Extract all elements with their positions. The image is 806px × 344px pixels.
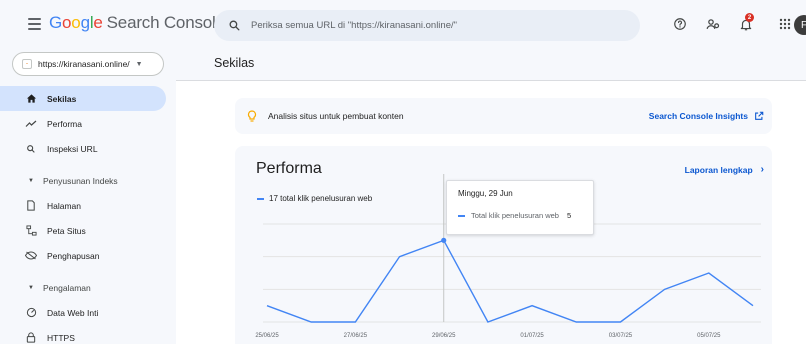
- x-tick-label: 01/07/25: [520, 333, 544, 339]
- chevron-down-icon: ▼: [135, 60, 143, 68]
- top-actions: 2: [668, 12, 806, 36]
- chevron-down-icon: ▼: [28, 178, 34, 184]
- sidebar-item-https[interactable]: HTTPS: [0, 325, 166, 344]
- tooltip-label: Total klik penelusuran web: [471, 211, 559, 220]
- open-in-new-icon: [755, 111, 764, 120]
- insights-banner: Analisis situs untuk pembuat konten Sear…: [235, 98, 772, 134]
- sidebar-item-performa[interactable]: Performa: [0, 111, 166, 136]
- sidebar-item-label: Performa: [47, 118, 82, 129]
- main-menu-icon[interactable]: [28, 18, 41, 30]
- chart-tooltip: Minggu, 29 Jun Total klik penelusuran we…: [446, 180, 594, 235]
- page-title: Sekilas: [214, 56, 255, 70]
- sidebar-item-sekilas[interactable]: Sekilas: [0, 86, 166, 111]
- property-selector[interactable]: ‑ https://kiranasani.online/ ▼: [12, 52, 164, 76]
- pages-icon: [25, 200, 37, 211]
- search-icon: [229, 20, 240, 31]
- notification-badge: 2: [745, 13, 754, 22]
- trending-icon: [25, 119, 37, 128]
- chevron-down-icon: ▼: [28, 285, 34, 291]
- google-wordmark: Google: [49, 13, 103, 32]
- sidebar-item-label: Sekilas: [47, 93, 77, 104]
- sidebar-item-label: Halaman: [47, 200, 82, 211]
- x-tick-label: 25/06/25: [255, 333, 279, 339]
- tooltip-swatch: [458, 214, 465, 217]
- section-label: Pengalaman: [43, 283, 91, 293]
- x-tick-label: 03/07/25: [609, 333, 633, 339]
- x-tick-label: 29/06/25: [432, 333, 456, 339]
- insights-text: Analisis situs untuk pembuat konten: [268, 111, 404, 121]
- insights-link-label: Search Console Insights: [648, 111, 748, 121]
- sidebar-item-data-web-inti[interactable]: Data Web Inti: [0, 300, 166, 325]
- site-favicon: ‑: [22, 59, 32, 69]
- tooltip-value: 5: [566, 211, 572, 220]
- top-bar: GoogleSearch Console 2 F: [0, 0, 806, 50]
- notifications-icon[interactable]: 2: [734, 12, 758, 36]
- search-console-app: GoogleSearch Console 2 F ‑ https://kira: [0, 0, 806, 344]
- sidebar-item-label: HTTPS: [47, 332, 75, 343]
- section-toggle-experience[interactable]: ▼ Pengalaman: [0, 276, 175, 300]
- sidebar-item-inspeksi-url[interactable]: Inspeksi URL: [0, 136, 166, 161]
- sitemap-icon: [25, 225, 37, 236]
- tooltip-date: Minggu, 29 Jun: [458, 189, 513, 198]
- lock-icon: [25, 332, 37, 343]
- lightbulb-icon: [247, 109, 257, 122]
- manage-users-icon[interactable]: [701, 12, 725, 36]
- help-icon[interactable]: [668, 12, 692, 36]
- sidebar-item-label: Peta Situs: [47, 225, 86, 236]
- gauge-icon: [25, 307, 37, 318]
- series-line: [266, 239, 754, 323]
- sidebar-item-halaman[interactable]: Halaman: [0, 193, 166, 218]
- url-inspection-search[interactable]: [214, 10, 640, 41]
- product-name: Search Console: [106, 13, 225, 32]
- search-icon: [25, 144, 37, 154]
- section-label: Penyusunan Indeks: [43, 176, 118, 186]
- section-toggle-indexing[interactable]: ▼ Penyusunan Indeks: [0, 169, 175, 193]
- home-icon: [25, 93, 37, 104]
- tooltip-row: Total klik penelusuran web 5: [458, 211, 571, 220]
- sidebar-item-peta-situs[interactable]: Peta Situs: [0, 218, 166, 243]
- x-tick-label: 05/07/25: [697, 333, 721, 339]
- search-input[interactable]: [251, 20, 631, 31]
- highlighted-data-point: [441, 237, 447, 243]
- search-console-insights-link[interactable]: Search Console Insights: [649, 111, 764, 121]
- sidebar-item-label: Data Web Inti: [47, 307, 99, 318]
- sidebar-nav: Sekilas Performa Inspeksi URL ▼ Penyusun…: [0, 86, 175, 344]
- product-logo[interactable]: Google Search Console: [49, 13, 225, 33]
- removal-icon: [25, 251, 37, 260]
- sidebar-item-label: Inspeksi URL: [47, 143, 98, 154]
- sidebar-item-penghapusan[interactable]: Penghapusan: [0, 243, 166, 268]
- x-tick-label: 27/06/25: [344, 333, 368, 339]
- sidebar-item-label: Penghapusan: [47, 250, 100, 261]
- performance-chart[interactable]: 024625/06/2527/06/2529/06/2501/07/2503/0…: [235, 146, 772, 344]
- property-name: https://kiranasani.online/: [38, 59, 130, 69]
